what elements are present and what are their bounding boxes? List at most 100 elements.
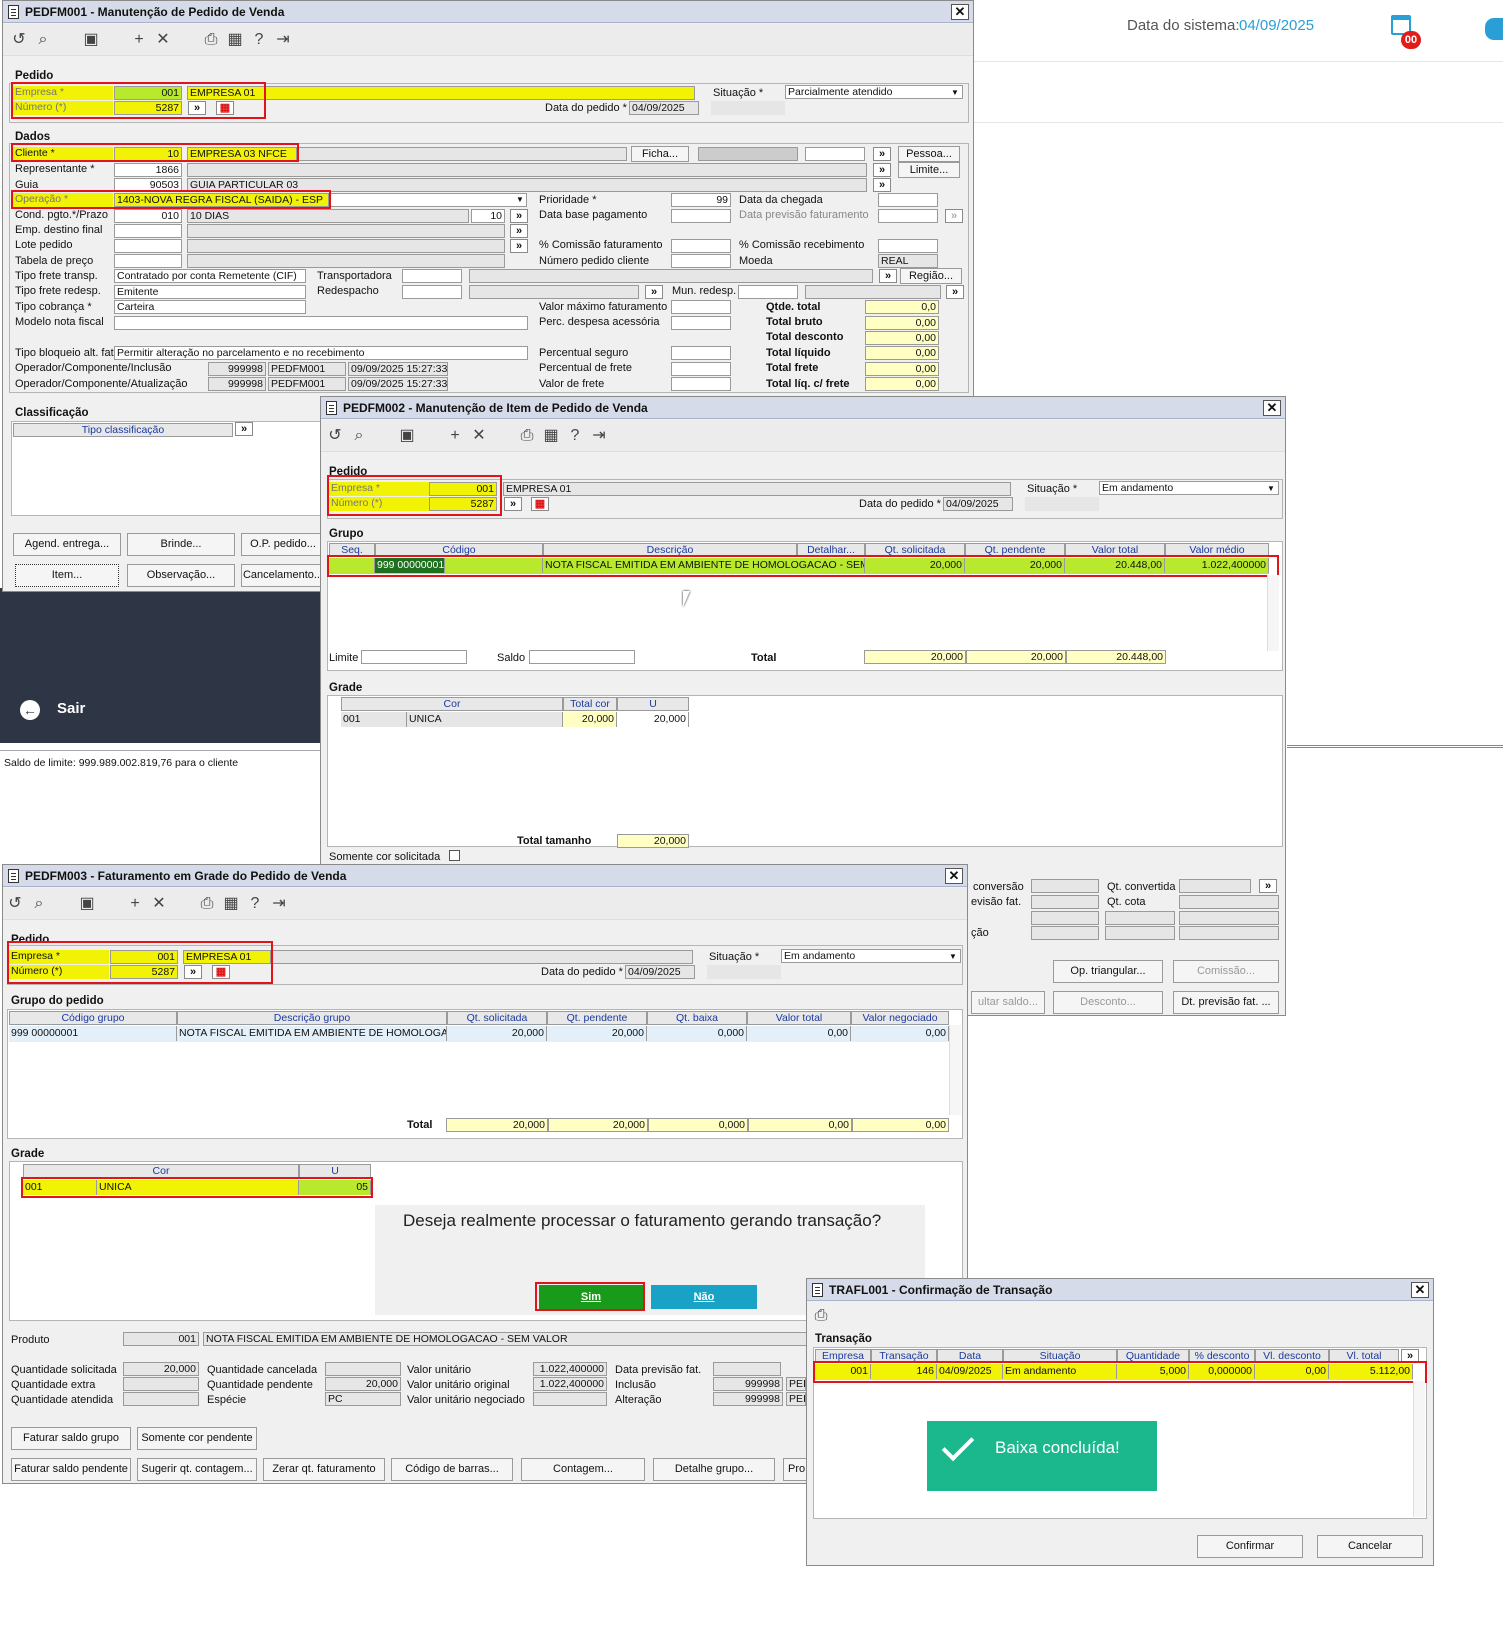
cond-pgto-field[interactable]: 010 <box>114 209 182 223</box>
help-icon[interactable]: ? <box>249 30 269 50</box>
dt-previsao-fat-button[interactable]: Dt. previsão fat. ... <box>1173 991 1279 1014</box>
data-prev-fat-field[interactable] <box>878 209 938 223</box>
data-chegada-field[interactable] <box>878 193 938 207</box>
regiao-button[interactable]: Região... <box>900 268 962 284</box>
close-button[interactable]: ✕ <box>1263 400 1281 416</box>
faturar-saldo-grupo-button[interactable]: Faturar saldo grupo <box>11 1427 131 1450</box>
search-icon[interactable]: ⌕ <box>33 30 53 50</box>
lookup-button[interactable]: » <box>945 209 963 223</box>
somente-cor-checkbox[interactable] <box>449 850 460 861</box>
pessoa-button[interactable]: Pessoa... <box>898 146 960 162</box>
sair-link[interactable]: Sair <box>57 700 85 717</box>
add-icon[interactable]: + <box>129 30 149 50</box>
lookup-button[interactable]: » <box>510 239 528 253</box>
lookup-button[interactable]: » <box>879 269 897 283</box>
op-triangular-button[interactable]: Op. triangular... <box>1053 960 1163 983</box>
undo-icon[interactable]: ↺ <box>5 894 25 914</box>
help-icon[interactable]: ? <box>565 426 585 446</box>
tabela-field[interactable] <box>114 254 182 268</box>
detalhe-grupo-button[interactable]: Detalhe grupo... <box>653 1458 775 1481</box>
exit-icon[interactable]: ⇥ <box>589 426 609 446</box>
zerar-qt-faturamento-button[interactable]: Zerar qt. faturamento <box>263 1458 385 1481</box>
confirmar-button[interactable]: Confirmar <box>1197 1535 1303 1558</box>
exit-icon[interactable]: ⇥ <box>273 30 293 50</box>
lookup-button[interactable]: » <box>873 178 891 192</box>
chevron-down-icon[interactable]: ▼ <box>947 951 959 963</box>
undo-icon[interactable]: ↺ <box>325 426 345 446</box>
print-icon[interactable]: ⎙ <box>197 894 217 914</box>
chevron-down-icon[interactable]: ▼ <box>514 194 526 206</box>
limite-button[interactable]: Limite... <box>898 162 960 178</box>
lookup-button[interactable]: » <box>873 147 891 161</box>
chevron-down-icon[interactable]: ▼ <box>949 87 961 99</box>
perc-frete-field[interactable] <box>671 362 731 376</box>
lookup-button[interactable]: » <box>946 285 964 299</box>
add-icon[interactable]: + <box>125 894 145 914</box>
cancelamento-button[interactable]: Cancelamento... <box>241 564 325 587</box>
grade-row[interactable]: 001 UNICA 20,000 20,000 <box>341 712 689 727</box>
comissao-rec-field[interactable] <box>878 239 938 253</box>
cancelar-button[interactable]: Cancelar <box>1317 1535 1423 1558</box>
representante-field[interactable]: 1866 <box>114 163 182 177</box>
search-icon[interactable]: ⌕ <box>29 894 49 914</box>
lookup-button[interactable]: » <box>510 209 528 223</box>
sugerir-qt-contagem-button[interactable]: Sugerir qt. contagem... <box>137 1458 257 1481</box>
redespacho-field[interactable] <box>402 285 462 299</box>
calendar-icon[interactable]: ▦ <box>541 426 561 446</box>
calendar-icon[interactable]: ▦ <box>531 497 549 511</box>
close-button[interactable]: ✕ <box>945 868 963 884</box>
save-icon[interactable]: ▣ <box>77 894 97 914</box>
undo-icon[interactable]: ↺ <box>9 30 29 50</box>
close-button[interactable]: ✕ <box>1411 1282 1429 1298</box>
close-button[interactable]: ✕ <box>951 4 969 20</box>
op-pedido-button[interactable]: O.P. pedido... <box>241 533 325 556</box>
print-icon[interactable]: ⎙ <box>201 30 221 50</box>
somente-cor-pendente-button[interactable]: Somente cor pendente <box>137 1427 257 1450</box>
table-row[interactable]: 999 00000001 NOTA FISCAL EMITIDA EM AMBI… <box>9 1026 949 1042</box>
print-icon[interactable]: ⎙ <box>517 426 537 446</box>
add-icon[interactable]: + <box>445 426 465 446</box>
faturar-saldo-pendente-button[interactable]: Faturar saldo pendente <box>11 1458 131 1481</box>
tipo-frete-redesp-select[interactable]: Emitente <box>114 285 306 299</box>
data-base-field[interactable] <box>671 209 731 223</box>
data-pedido-field[interactable]: 04/09/2025 <box>629 101 699 115</box>
exit-icon[interactable]: ← <box>20 700 40 720</box>
perc-desp-field[interactable] <box>671 316 731 330</box>
save-icon[interactable]: ▣ <box>81 30 101 50</box>
nao-button[interactable]: Não <box>651 1285 757 1309</box>
tipo-bloqueio-select[interactable]: Permitir alteração no parcelamento e no … <box>114 346 528 360</box>
tipo-frete-select[interactable]: Contratado por conta Remetente (CIF) <box>114 269 306 283</box>
calendar-icon[interactable]: ▦ <box>221 894 241 914</box>
observacao-button[interactable]: Observação... <box>127 564 235 587</box>
item-button[interactable]: Item... <box>15 564 119 587</box>
perc-seguro-field[interactable] <box>671 346 731 360</box>
exit-icon[interactable]: ⇥ <box>269 894 289 914</box>
desconto-button[interactable]: Desconto... <box>1053 991 1163 1014</box>
brinde-button[interactable]: Brinde... <box>127 533 235 556</box>
limite-field[interactable] <box>361 650 467 664</box>
lookup-button[interactable]: » <box>1259 879 1277 893</box>
save-icon[interactable]: ▣ <box>397 426 417 446</box>
lookup-button[interactable]: » <box>645 285 663 299</box>
mun-redesp-field[interactable] <box>738 285 798 299</box>
delete-icon[interactable]: ✕ <box>149 894 169 914</box>
situacao-select[interactable]: Em andamento <box>1099 481 1279 495</box>
contagem-button[interactable]: Contagem... <box>521 1458 645 1481</box>
situacao-select[interactable]: Em andamento <box>781 949 961 963</box>
agend-entrega-button[interactable]: Agend. entrega... <box>13 533 121 556</box>
user-avatar-icon[interactable] <box>1485 18 1503 40</box>
saldo-field[interactable] <box>529 650 635 664</box>
lote-field[interactable] <box>114 239 182 253</box>
lookup-button[interactable]: » <box>504 497 522 511</box>
lookup-button[interactable]: » <box>873 163 891 177</box>
delete-icon[interactable]: ✕ <box>153 30 173 50</box>
chevron-down-icon[interactable]: ▼ <box>1265 483 1277 495</box>
tipo-cobranca-select[interactable]: Carteira <box>114 300 306 314</box>
num-ped-cli-field[interactable] <box>671 254 731 268</box>
ficha-button[interactable]: Ficha... <box>631 146 689 162</box>
moeda-field[interactable]: REAL <box>878 254 938 268</box>
search-icon[interactable]: ⌕ <box>349 426 369 446</box>
modelo-select[interactable] <box>114 316 528 330</box>
prazo-field[interactable]: 10 <box>471 209 505 223</box>
emp-destino-field[interactable] <box>114 224 182 238</box>
